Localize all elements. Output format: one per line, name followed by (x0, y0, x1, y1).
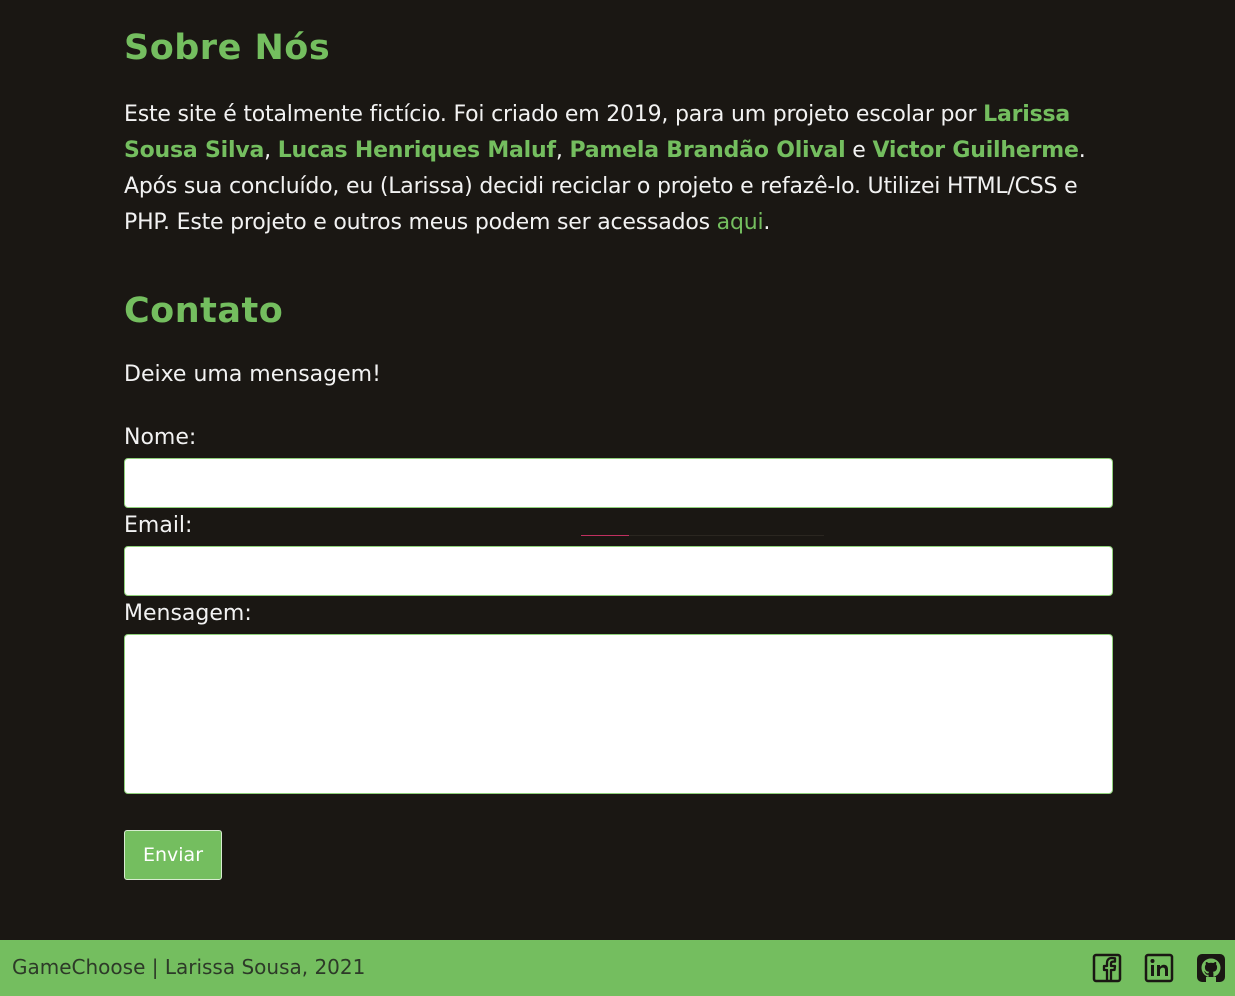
author-link-victor[interactable]: Victor Guilherme (872, 138, 1078, 163)
author-link-lucas[interactable]: Lucas Henriques Maluf (278, 138, 556, 163)
about-text-intro: Este site é totalmente fictício. Foi cri… (124, 102, 984, 127)
footer: GameChoose | Larissa Sousa, 2021 (0, 940, 1235, 996)
decorative-line (629, 535, 824, 536)
message-label: Mensagem: (124, 601, 252, 626)
about-separator: , (555, 138, 570, 163)
name-input[interactable] (124, 458, 1113, 508)
email-input[interactable] (124, 546, 1113, 596)
about-separator: , (264, 138, 278, 163)
email-label: Email: (124, 513, 193, 538)
about-text-end: . (763, 210, 771, 235)
contact-intro: Deixe uma mensagem! (124, 362, 381, 387)
contact-title: Contato (124, 291, 284, 331)
facebook-icon[interactable] (1092, 953, 1122, 983)
decorative-line (581, 535, 629, 536)
message-textarea[interactable] (124, 634, 1113, 794)
submit-button[interactable]: Enviar (124, 830, 222, 880)
linkedin-icon[interactable] (1144, 953, 1174, 983)
name-label: Nome: (124, 425, 197, 450)
author-link-pamela[interactable]: Pamela Brandão Olival (569, 138, 845, 163)
footer-credit: GameChoose | Larissa Sousa, 2021 (12, 955, 366, 979)
projects-link[interactable]: aqui (717, 210, 764, 235)
about-title: Sobre Nós (124, 28, 331, 68)
about-separator: e (845, 138, 873, 163)
about-text: Este site é totalmente fictício. Foi cri… (124, 97, 1104, 241)
github-icon[interactable] (1196, 953, 1226, 983)
